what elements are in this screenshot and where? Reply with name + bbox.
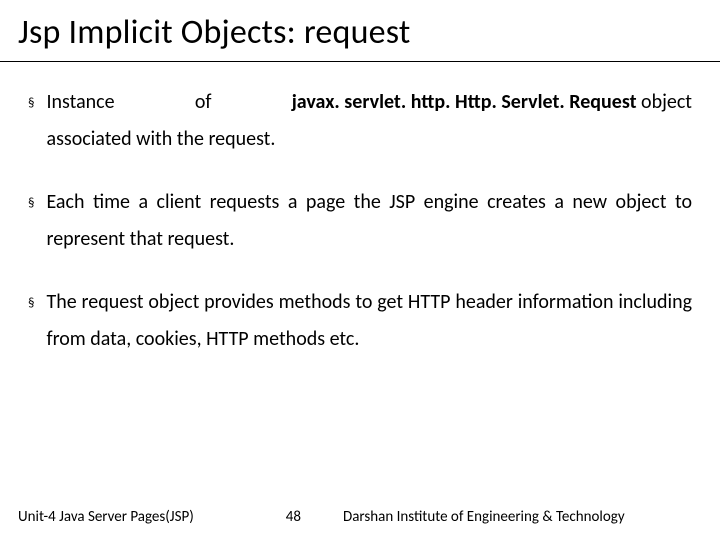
slide-content: § Instance of javax. servlet. http. Http… xyxy=(0,62,720,358)
bullet-3: § The request object provides methods to… xyxy=(28,284,692,358)
bullet1-class-phrase: javax. servlet. http. Http. Servlet. Req… xyxy=(292,84,692,121)
bullet-text: Each time a client requests a page the J… xyxy=(46,184,692,258)
bullet-text: The request object provides methods to g… xyxy=(46,284,692,358)
bullet-2: § Each time a client requests a page the… xyxy=(28,184,692,258)
bullet1-suffix: object xyxy=(637,90,692,114)
bullet-marker-icon: § xyxy=(28,92,34,158)
bullet1-classname: javax. servlet. http. Http. Servlet. Req… xyxy=(292,90,637,114)
footer-institute: Darshan Institute of Engineering & Techn… xyxy=(343,508,625,526)
footer-page-number: 48 xyxy=(286,508,301,526)
footer-unit: Unit-4 Java Server Pages(JSP) xyxy=(18,508,194,526)
bullet-text: Instance of javax. servlet. http. Http. … xyxy=(46,84,692,158)
bullet-marker-icon: § xyxy=(28,292,34,358)
slide-footer: Unit-4 Java Server Pages(JSP) 48 Darshan… xyxy=(0,508,720,526)
bullet1-word1: Instance xyxy=(46,84,114,121)
bullet-marker-icon: § xyxy=(28,192,34,258)
bullet-1: § Instance of javax. servlet. http. Http… xyxy=(28,84,692,158)
bullet1-word2: of xyxy=(195,84,212,121)
slide-title: Jsp Implicit Objects: request xyxy=(0,0,720,62)
bullet1-line2: associated with the request. xyxy=(46,121,692,158)
